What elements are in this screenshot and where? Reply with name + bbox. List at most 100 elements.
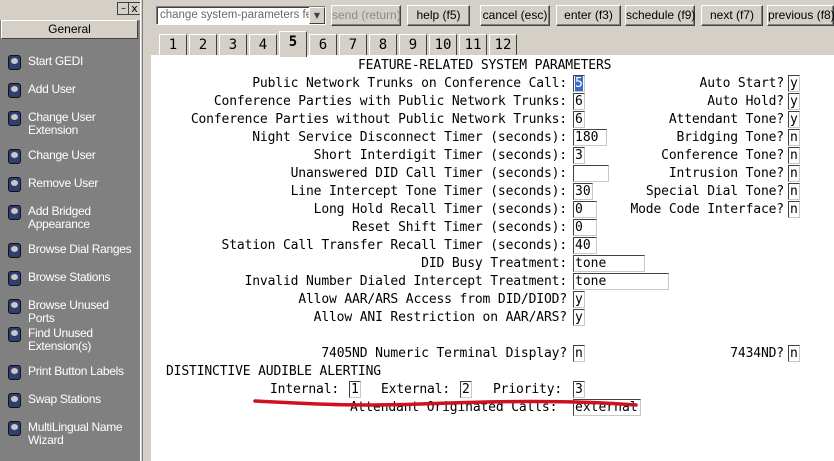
field-value: 30	[575, 184, 591, 199]
field-label: Night Service Disconnect Timer (seconds)…	[252, 130, 567, 145]
field-label: Short Interdigit Timer (seconds):	[313, 148, 567, 163]
sidebar-item-browse-stations[interactable]: Browse Stations	[6, 270, 138, 286]
sidebar-item-browse-dial-ranges[interactable]: Browse Dial Ranges	[6, 242, 138, 258]
priority-label: Priority:	[493, 382, 563, 397]
tab-4[interactable]: 4	[249, 34, 277, 56]
display-7405-field[interactable]: n	[573, 345, 585, 362]
previous-button[interactable]: previous (f8)	[767, 5, 834, 26]
sidebar-item-find-unused-extensions[interactable]: Find Unused Extension(s)	[6, 326, 138, 353]
field-input[interactable]: tone	[573, 255, 645, 272]
sidebar-item-label: MultiLingual Name Wizard	[28, 420, 123, 447]
field-value: tone	[575, 274, 607, 289]
sidebar-item-add-bridged-appearance[interactable]: Add Bridged Appearance	[6, 204, 138, 231]
enter-button[interactable]: enter (f3)	[556, 5, 621, 26]
sidebar-titlebar: – x	[0, 0, 141, 20]
option-field[interactable]: n	[788, 147, 800, 164]
send-button[interactable]: send (return)	[331, 5, 401, 26]
tab-2[interactable]: 2	[189, 34, 217, 56]
sidebar-item-label: Browse Stations	[28, 270, 111, 284]
tab-6[interactable]: 6	[309, 34, 337, 56]
field-input[interactable]: 5	[573, 75, 585, 92]
tab-7[interactable]: 7	[339, 34, 367, 56]
tab-11[interactable]: 11	[459, 34, 487, 56]
tab-9[interactable]: 9	[399, 34, 427, 56]
field-label: Allow ANI Restriction on AAR/ARS?	[313, 310, 567, 325]
sidebar-item-change-user[interactable]: Change User	[6, 148, 138, 164]
option-field[interactable]: y	[788, 111, 800, 128]
help-button[interactable]: help (f5)	[407, 5, 470, 26]
option-field[interactable]: n	[788, 165, 800, 182]
attendant-originated-field[interactable]: external	[573, 399, 641, 416]
field-label: DID Busy Treatment:	[421, 256, 567, 271]
remove-user-icon	[6, 176, 22, 192]
cancel-button[interactable]: cancel (esc)	[480, 5, 550, 26]
field-value: tone	[575, 256, 607, 271]
display-7434-label: 7434ND?	[730, 346, 784, 361]
schedule-button[interactable]: schedule (f9)	[625, 5, 695, 26]
field-value: 0	[575, 202, 583, 217]
splitter-gap	[143, 0, 151, 461]
option-label: Attendant Tone?	[668, 112, 784, 127]
field-value: y	[575, 292, 583, 307]
external-label: External:	[381, 382, 451, 397]
command-combobox[interactable]: change system-parameters featu	[156, 6, 326, 25]
field-input[interactable]: 0	[573, 219, 597, 236]
tab-10[interactable]: 10	[429, 34, 457, 56]
display-7434-field[interactable]: n	[788, 345, 800, 362]
sidebar-item-multilingual-name-wizard[interactable]: MultiLingual Name Wizard	[6, 420, 138, 447]
option-label: Conference Tone?	[661, 148, 784, 163]
field-input[interactable]: y	[573, 291, 585, 308]
field-input[interactable]: 6	[573, 111, 585, 128]
sidebar-item-print-button-labels[interactable]: Print Button Labels	[6, 364, 138, 380]
change-user-icon	[6, 148, 22, 164]
tab-3[interactable]: 3	[219, 34, 247, 56]
tab-12[interactable]: 12	[489, 34, 517, 56]
field-input[interactable]: 30	[573, 183, 593, 200]
field-label: Long Hold Recall Timer (seconds):	[313, 202, 567, 217]
option-field[interactable]: n	[788, 183, 800, 200]
field-label: Public Network Trunks on Conference Call…	[252, 76, 567, 91]
browse-unused-ports-icon	[6, 298, 22, 314]
sidebar-item-add-user[interactable]: Add User	[6, 82, 138, 98]
option-field[interactable]: y	[788, 75, 800, 92]
field-input[interactable]: 3	[573, 147, 585, 164]
attendant-originated-label: Attendant Originated Calls:	[350, 400, 558, 415]
option-field[interactable]: n	[788, 201, 800, 218]
sidebar-item-swap-stations[interactable]: Swap Stations	[6, 392, 138, 408]
field-input[interactable]: 6	[573, 93, 585, 110]
sidebar-item-label: Start GEDI	[28, 54, 84, 68]
field-value: 0	[575, 220, 583, 235]
field-input[interactable]: tone	[573, 273, 669, 290]
sidebar-item-remove-user[interactable]: Remove User	[6, 176, 138, 192]
field-label: Conference Parties without Public Networ…	[190, 112, 567, 127]
sidebar: – x General Start GEDI Add User Change U…	[0, 0, 141, 461]
sidebar-header-general[interactable]: General	[1, 20, 138, 39]
field-value: 40	[575, 238, 591, 253]
external-field[interactable]: 2	[460, 381, 472, 398]
field-input[interactable]: 40	[573, 237, 597, 254]
option-label: Intrusion Tone?	[668, 166, 784, 181]
option-field[interactable]: n	[788, 129, 800, 146]
field-value: 5	[575, 76, 583, 91]
option-field[interactable]: y	[788, 93, 800, 110]
tab-5[interactable]: 5	[279, 31, 307, 57]
sidebar-item-label: Add Bridged Appearance	[28, 204, 91, 231]
display-7405-label: 7405ND Numeric Terminal Display?	[321, 346, 567, 361]
priority-field[interactable]: 3	[573, 381, 585, 398]
tab-8[interactable]: 8	[369, 34, 397, 56]
field-input[interactable]: y	[573, 309, 585, 326]
sidebar-item-label: Remove User	[28, 176, 99, 190]
next-button[interactable]: next (f7)	[701, 5, 763, 26]
sidebar-item-label: Add User	[28, 82, 76, 96]
field-label: Reset Shift Timer (seconds):	[352, 220, 567, 235]
sidebar-item-browse-unused-ports[interactable]: Browse Unused Ports	[6, 298, 138, 325]
sidebar-item-start-gedi[interactable]: Start GEDI	[6, 54, 138, 70]
field-value: y	[575, 310, 583, 325]
sidebar-item-change-user-extension[interactable]: Change User Extension	[6, 110, 138, 137]
page-title: FEATURE-RELATED SYSTEM PARAMETERS	[358, 58, 612, 73]
field-label: Line Intercept Tone Timer (seconds):	[290, 184, 568, 199]
chevron-down-icon[interactable]: ▼	[309, 7, 325, 24]
sidebar-item-label: Find Unused Extension(s)	[28, 326, 93, 353]
tab-1[interactable]: 1	[159, 34, 187, 56]
internal-field[interactable]: 1	[349, 381, 361, 398]
